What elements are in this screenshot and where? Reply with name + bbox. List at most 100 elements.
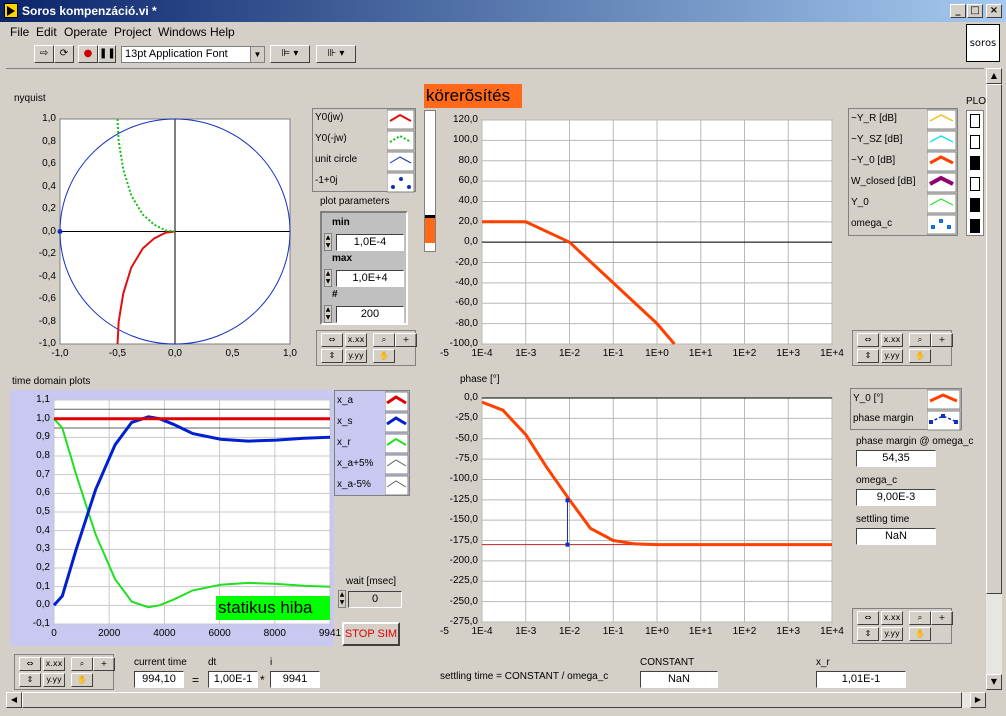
max-input[interactable]: 1,0E+4 [336, 270, 404, 287]
cursor-icon[interactable]: + [93, 657, 115, 671]
close-button[interactable]: × [986, 4, 1002, 18]
nyquist-legend-swatches[interactable] [387, 109, 415, 193]
menu-edit[interactable]: Edit [36, 25, 57, 39]
align-icon[interactable]: ⊫ ▾ [270, 45, 310, 63]
legend-x-a-plus: x_a+5% [337, 458, 374, 469]
min-input[interactable]: 1,0E-4 [336, 234, 404, 251]
gain-slider-handle[interactable] [425, 215, 435, 218]
equals-sign: = [192, 673, 200, 687]
scroll-down-icon[interactable]: ▼ [986, 674, 1002, 690]
plot-visibility-toggles[interactable] [966, 110, 984, 236]
y-format-icon[interactable]: y.yy [881, 349, 903, 363]
cursor-icon[interactable]: + [395, 333, 417, 347]
y-scale-icon[interactable]: ⇕ [857, 349, 879, 363]
time-legend-swatches[interactable] [385, 391, 409, 497]
stop-sim-button[interactable]: STOP SIM [342, 622, 400, 646]
gain-slider-fill [425, 217, 435, 243]
run-icon[interactable]: ⇨ [34, 45, 54, 63]
count-label: # [332, 289, 338, 300]
gain-legend-swatches[interactable] [927, 109, 957, 237]
x-format-icon[interactable]: x.xx [881, 333, 903, 347]
legend-minus-one: -1+0j [315, 175, 338, 186]
x-scale-icon[interactable]: ⇔ [321, 333, 343, 347]
hand-icon[interactable]: ✋ [909, 349, 931, 363]
y-scale-icon[interactable]: ⇕ [857, 627, 879, 641]
phase-y-tick: -175,0 [449, 534, 478, 546]
menu-file[interactable]: File [10, 25, 29, 39]
phase-x-tick: 1E-2 [558, 626, 581, 637]
menu-project[interactable]: Project [114, 25, 151, 39]
phase-legend-swatches[interactable] [927, 389, 961, 431]
x-format-icon[interactable]: x.xx [881, 611, 903, 625]
abort-icon[interactable]: ● [78, 45, 98, 63]
max-spinner[interactable]: ▲ ▼ [324, 269, 332, 287]
phase-y-tick: -275,0 [449, 616, 478, 627]
cursor-icon[interactable]: + [931, 333, 953, 347]
phase-y-tick: -200,0 [449, 554, 478, 566]
gain-x-tick: 1E-3 [515, 348, 537, 359]
phase-y-tick: -25,0 [455, 412, 478, 424]
gain-y-tick: 80,0 [458, 154, 478, 166]
nyquist-y-tick: -1,0 [38, 338, 56, 349]
wait-input[interactable]: 0 [348, 591, 402, 608]
gain-y-tick: -40,0 [455, 276, 478, 288]
menu-help[interactable]: Help [210, 25, 235, 39]
menu-operate[interactable]: Operate [64, 25, 107, 39]
x-format-icon[interactable]: x.xx [345, 333, 367, 347]
gain-x-tick: 1E-4 [471, 348, 493, 359]
legend-y-sz: ~Y_SZ [dB] [851, 134, 903, 145]
hand-icon[interactable]: ✋ [71, 673, 93, 687]
y-scale-icon[interactable]: ⇕ [19, 673, 41, 687]
scroll-up-icon[interactable]: ▲ [986, 68, 1002, 84]
time-y-tick: 0,6 [36, 487, 50, 499]
vertical-scroll-thumb[interactable] [986, 84, 1002, 594]
minus-one-point [57, 229, 63, 234]
y-format-icon[interactable]: y.yy [345, 349, 367, 363]
vertical-scrollbar[interactable]: ▲ ▼ [986, 68, 1002, 690]
pause-icon[interactable]: ❚❚ [98, 45, 116, 63]
scroll-right-icon[interactable]: ▶ [970, 692, 986, 708]
time-y-tick: -0,1 [32, 618, 50, 629]
hand-icon[interactable]: ✋ [909, 627, 931, 641]
run-continuous-icon[interactable]: ⟳ [54, 45, 74, 63]
y-format-icon[interactable]: y.yy [43, 673, 65, 687]
zoom-icon[interactable]: ⌕ [373, 333, 395, 347]
minimize-button[interactable]: _ [950, 4, 966, 18]
menu-bar: File Edit Operate Project Windows Help [0, 22, 1006, 42]
min-spinner[interactable]: ▲ ▼ [324, 233, 332, 251]
cursor-icon[interactable]: + [931, 611, 953, 625]
x-format-icon[interactable]: x.xx [43, 657, 65, 671]
time-y-tick: 0,8 [36, 450, 50, 461]
time-graph-palette: ⇔ x.xx ⌕ + ⇕ y.yy ✋ [14, 654, 115, 690]
zoom-icon[interactable]: ⌕ [71, 657, 93, 671]
font-selector[interactable]: 13pt Application Font ▼ [121, 46, 265, 63]
wait-spinner[interactable]: ▲ ▼ [338, 590, 346, 608]
gain-y-tick: 20,0 [458, 215, 478, 227]
scroll-left-icon[interactable]: ◀ [6, 692, 22, 708]
gain-y-tick: 40,0 [458, 195, 478, 207]
maximize-button[interactable]: □ [967, 4, 983, 18]
gain-y-tick: 60,0 [458, 175, 478, 187]
zoom-icon[interactable]: ⌕ [909, 611, 931, 625]
gain-y-tick: -80,0 [455, 317, 478, 329]
legend-x-s: x_s [337, 416, 353, 427]
time-y-tick: 0,7 [36, 468, 50, 480]
y-format-icon[interactable]: y.yy [881, 627, 903, 641]
horizontal-scrollbar[interactable]: ◀ ▶ [6, 692, 986, 708]
count-input[interactable]: 200 [336, 306, 404, 323]
nyquist-x-tick: 1,0 [283, 348, 297, 359]
zoom-icon[interactable]: ⌕ [909, 333, 931, 347]
x-scale-icon[interactable]: ⇔ [857, 333, 879, 347]
time-x-tick: 2000 [98, 628, 121, 639]
phase-margin-point [565, 542, 570, 547]
horizontal-scroll-thumb[interactable] [22, 692, 962, 708]
gain-slider[interactable] [424, 110, 436, 252]
y-scale-icon[interactable]: ⇕ [321, 349, 343, 363]
x-scale-icon[interactable]: ⇔ [857, 611, 879, 625]
distribute-icon[interactable]: ⊪ ▾ [316, 45, 356, 63]
constant-input[interactable]: NaN [640, 671, 718, 688]
menu-windows[interactable]: Windows [158, 25, 207, 39]
x-scale-icon[interactable]: ⇔ [19, 657, 41, 671]
hand-icon[interactable]: ✋ [373, 349, 395, 363]
count-spinner[interactable]: ▲ ▼ [324, 305, 332, 323]
